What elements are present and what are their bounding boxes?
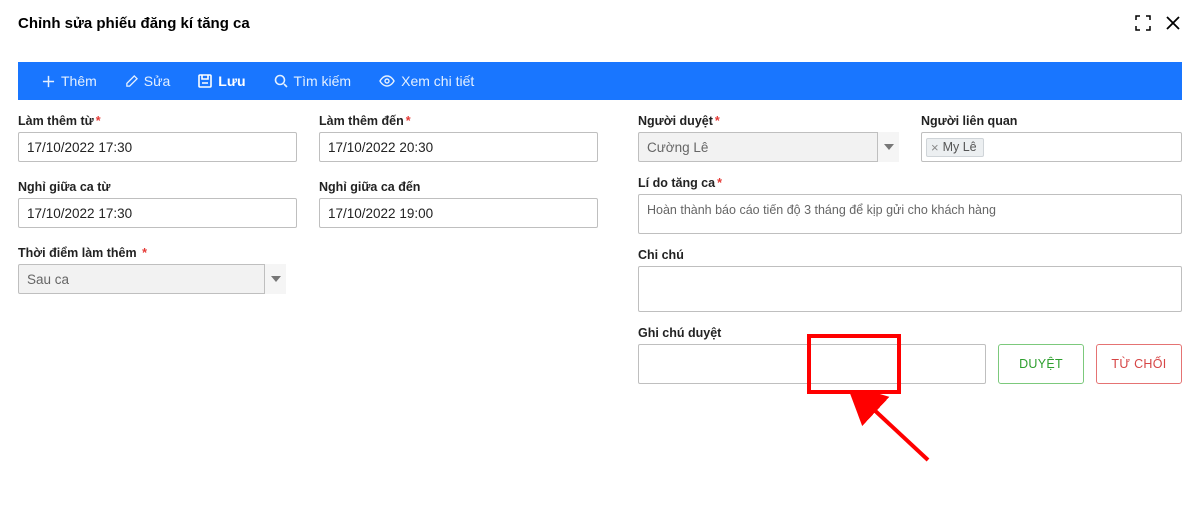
form-grid: Làm thêm từ* Làm thêm đến* Nghỉ giữa ca … — [18, 114, 1182, 384]
label-ot-from: Làm thêm từ* — [18, 114, 297, 128]
label-reason: Lí do tăng ca* — [638, 176, 1182, 190]
approve-row: DUYỆT TỪ CHỐI — [638, 344, 1182, 384]
input-break-from[interactable] — [18, 198, 297, 228]
form-left-column: Làm thêm từ* Làm thêm đến* Nghỉ giữa ca … — [18, 114, 598, 384]
tag-related-user: × My Lê — [926, 138, 984, 157]
toolbar-add[interactable]: Thêm — [28, 62, 111, 100]
tag-remove-icon[interactable]: × — [931, 140, 939, 155]
toolbar-save-label: Lưu — [218, 73, 245, 89]
toolbar-detail-label: Xem chi tiết — [401, 73, 474, 89]
tag-label: My Lê — [943, 140, 977, 154]
field-ot-from: Làm thêm từ* — [18, 114, 297, 162]
field-reason: Lí do tăng ca* — [638, 176, 1182, 234]
field-break-to: Nghỉ giữa ca đến — [319, 180, 598, 228]
dialog-content: Thêm Sửa Lưu Tìm kiếm Xem chi tiết Làm t… — [0, 62, 1200, 384]
label-ot-time: Thời điểm làm thêm * — [18, 246, 297, 260]
input-break-to[interactable] — [319, 198, 598, 228]
field-note: Chi chú — [638, 248, 1182, 312]
annotation-arrow-icon — [850, 390, 940, 470]
input-ot-from[interactable] — [18, 132, 297, 162]
header-actions — [1134, 14, 1182, 32]
reject-button[interactable]: TỪ CHỐI — [1096, 344, 1182, 384]
field-break-from: Nghỉ giữa ca từ — [18, 180, 297, 228]
input-reason[interactable] — [638, 194, 1182, 234]
toolbar-add-label: Thêm — [61, 73, 97, 89]
dialog-title: Chỉnh sửa phiếu đăng kí tăng ca — [18, 15, 250, 32]
select-ot-time-value[interactable] — [18, 264, 286, 294]
fullscreen-icon[interactable] — [1134, 14, 1152, 32]
field-ot-to: Làm thêm đến* — [319, 114, 598, 162]
toolbar-save[interactable]: Lưu — [184, 62, 259, 100]
label-break-to: Nghỉ giữa ca đến — [319, 180, 598, 194]
form-right-column: Người duyệt* Người liên quan × My Lê — [638, 114, 1182, 384]
close-icon[interactable] — [1164, 14, 1182, 32]
field-related: Người liên quan × My Lê — [921, 114, 1182, 162]
label-approve-note: Ghi chú duyệt — [638, 326, 1182, 340]
field-approver: Người duyệt* — [638, 114, 899, 162]
toolbar-search-label: Tìm kiếm — [294, 73, 352, 89]
label-ot-to: Làm thêm đến* — [319, 114, 598, 128]
toolbar-search[interactable]: Tìm kiếm — [260, 62, 366, 100]
input-note[interactable] — [638, 266, 1182, 312]
select-approver[interactable] — [638, 132, 899, 162]
select-approver-value[interactable] — [638, 132, 899, 162]
input-ot-to[interactable] — [319, 132, 598, 162]
approve-button[interactable]: DUYỆT — [998, 344, 1084, 384]
input-related[interactable]: × My Lê — [921, 132, 1182, 162]
label-related: Người liên quan — [921, 114, 1182, 128]
dialog-header: Chỉnh sửa phiếu đăng kí tăng ca — [0, 0, 1200, 42]
label-note: Chi chú — [638, 248, 1182, 262]
label-break-from: Nghỉ giữa ca từ — [18, 180, 297, 194]
label-approver: Người duyệt* — [638, 114, 899, 128]
field-approve-note: Ghi chú duyệt DUYỆT TỪ CHỐI — [638, 326, 1182, 384]
input-approve-note[interactable] — [638, 344, 986, 384]
field-ot-time: Thời điểm làm thêm * — [18, 246, 297, 294]
toolbar-edit-label: Sửa — [144, 73, 171, 89]
approver-related-row: Người duyệt* Người liên quan × My Lê — [638, 114, 1182, 162]
select-ot-time[interactable] — [18, 264, 286, 294]
toolbar-edit[interactable]: Sửa — [111, 62, 185, 100]
toolbar-detail[interactable]: Xem chi tiết — [365, 62, 488, 100]
toolbar: Thêm Sửa Lưu Tìm kiếm Xem chi tiết — [18, 62, 1182, 100]
